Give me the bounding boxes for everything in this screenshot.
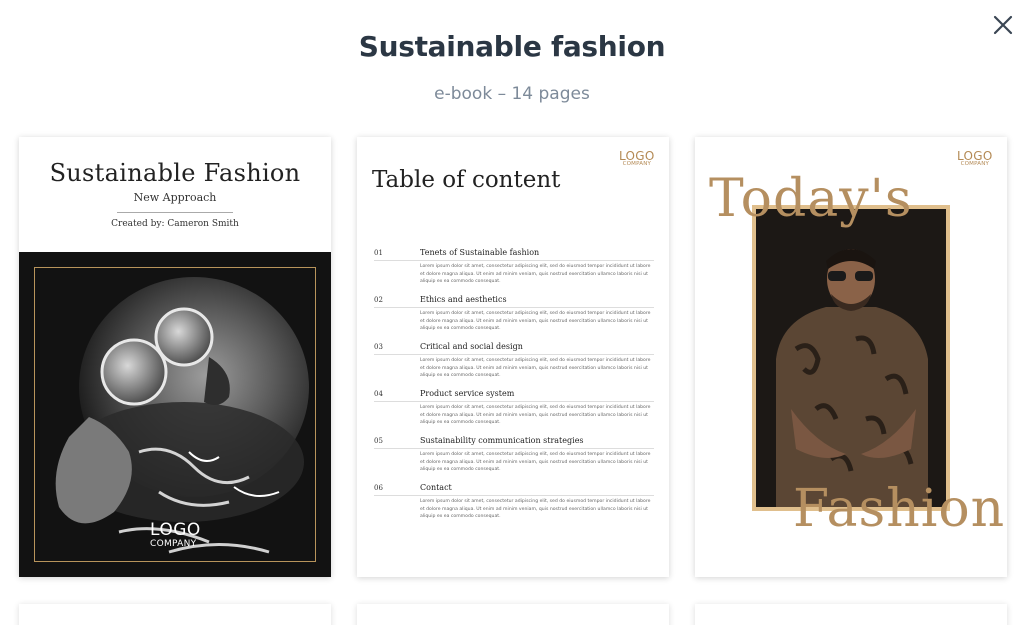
cover-title: Sustainable Fashion [49, 159, 301, 187]
page-subtitle: e-book – 14 pages [434, 84, 590, 104]
page-title: Sustainable fashion [358, 30, 666, 63]
cover-frame [34, 267, 316, 562]
feature-photo [756, 209, 946, 507]
close-button[interactable] [988, 10, 1018, 40]
close-icon[interactable] [993, 15, 1013, 35]
feature-logo: LOGO COMPANY [957, 149, 993, 167]
feature-word-fashion: Fashion [793, 479, 1006, 539]
toc-logo: LOGO COMPANY [619, 149, 655, 167]
page-preview-toc[interactable]: LOGO COMPANY Table of content 01 Tenets … [357, 137, 669, 577]
cover-author: Created by: Cameron Smith [111, 219, 239, 229]
page-preview-cover[interactable]: Sustainable Fashion New Approach Created… [19, 137, 331, 577]
page-preview-next[interactable] [695, 604, 1007, 625]
cover-photo: LOGO COMPANY [19, 252, 331, 577]
cover-logo: LOGO COMPANY [150, 520, 201, 549]
page-preview-feature[interactable]: LOGO COMPANY Today's Fashion [695, 137, 1007, 577]
cover-divider [117, 212, 233, 213]
page-preview-next[interactable] [19, 604, 331, 625]
page-preview-next[interactable] [357, 604, 669, 625]
toc-title: Table of content [372, 167, 561, 193]
feature-word-today: Today's [709, 169, 913, 229]
cover-subtitle: New Approach [133, 191, 217, 204]
